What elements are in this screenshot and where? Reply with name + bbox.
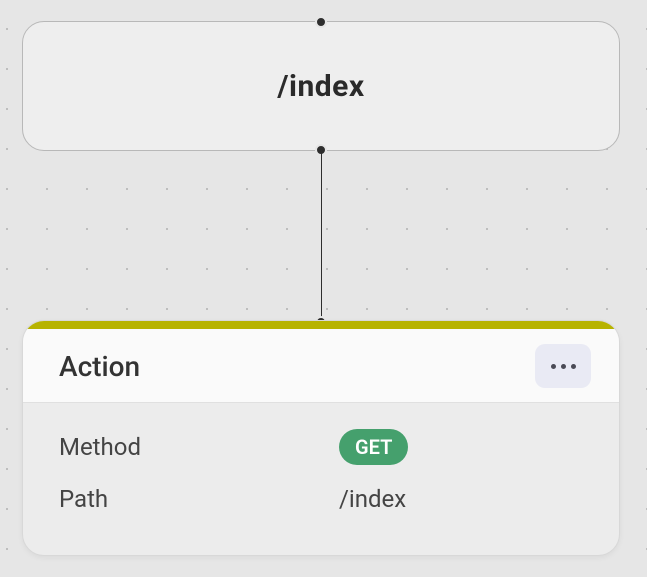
port-route-top[interactable] xyxy=(315,16,327,28)
property-label: Method xyxy=(59,433,339,461)
action-body: Method GET Path /index xyxy=(23,403,619,555)
flow-canvas[interactable]: /index Action Method GET Path xyxy=(0,0,647,577)
property-value-path: /index xyxy=(339,485,406,513)
edge-route-to-action[interactable] xyxy=(321,152,322,320)
route-label: /index xyxy=(277,69,364,104)
property-row-path: Path /index xyxy=(59,473,583,525)
property-row-method: Method GET xyxy=(59,421,583,473)
action-accent-bar xyxy=(23,321,619,329)
route-node[interactable]: /index xyxy=(22,21,620,151)
ellipsis-horizontal-icon xyxy=(551,364,576,369)
property-label: Path xyxy=(59,485,339,513)
property-value-method: GET xyxy=(339,437,408,458)
action-node[interactable]: Action Method GET Path /index xyxy=(22,320,620,556)
action-header: Action xyxy=(23,329,619,403)
more-button[interactable] xyxy=(535,344,591,388)
method-badge: GET xyxy=(339,429,408,465)
action-title: Action xyxy=(59,350,140,383)
